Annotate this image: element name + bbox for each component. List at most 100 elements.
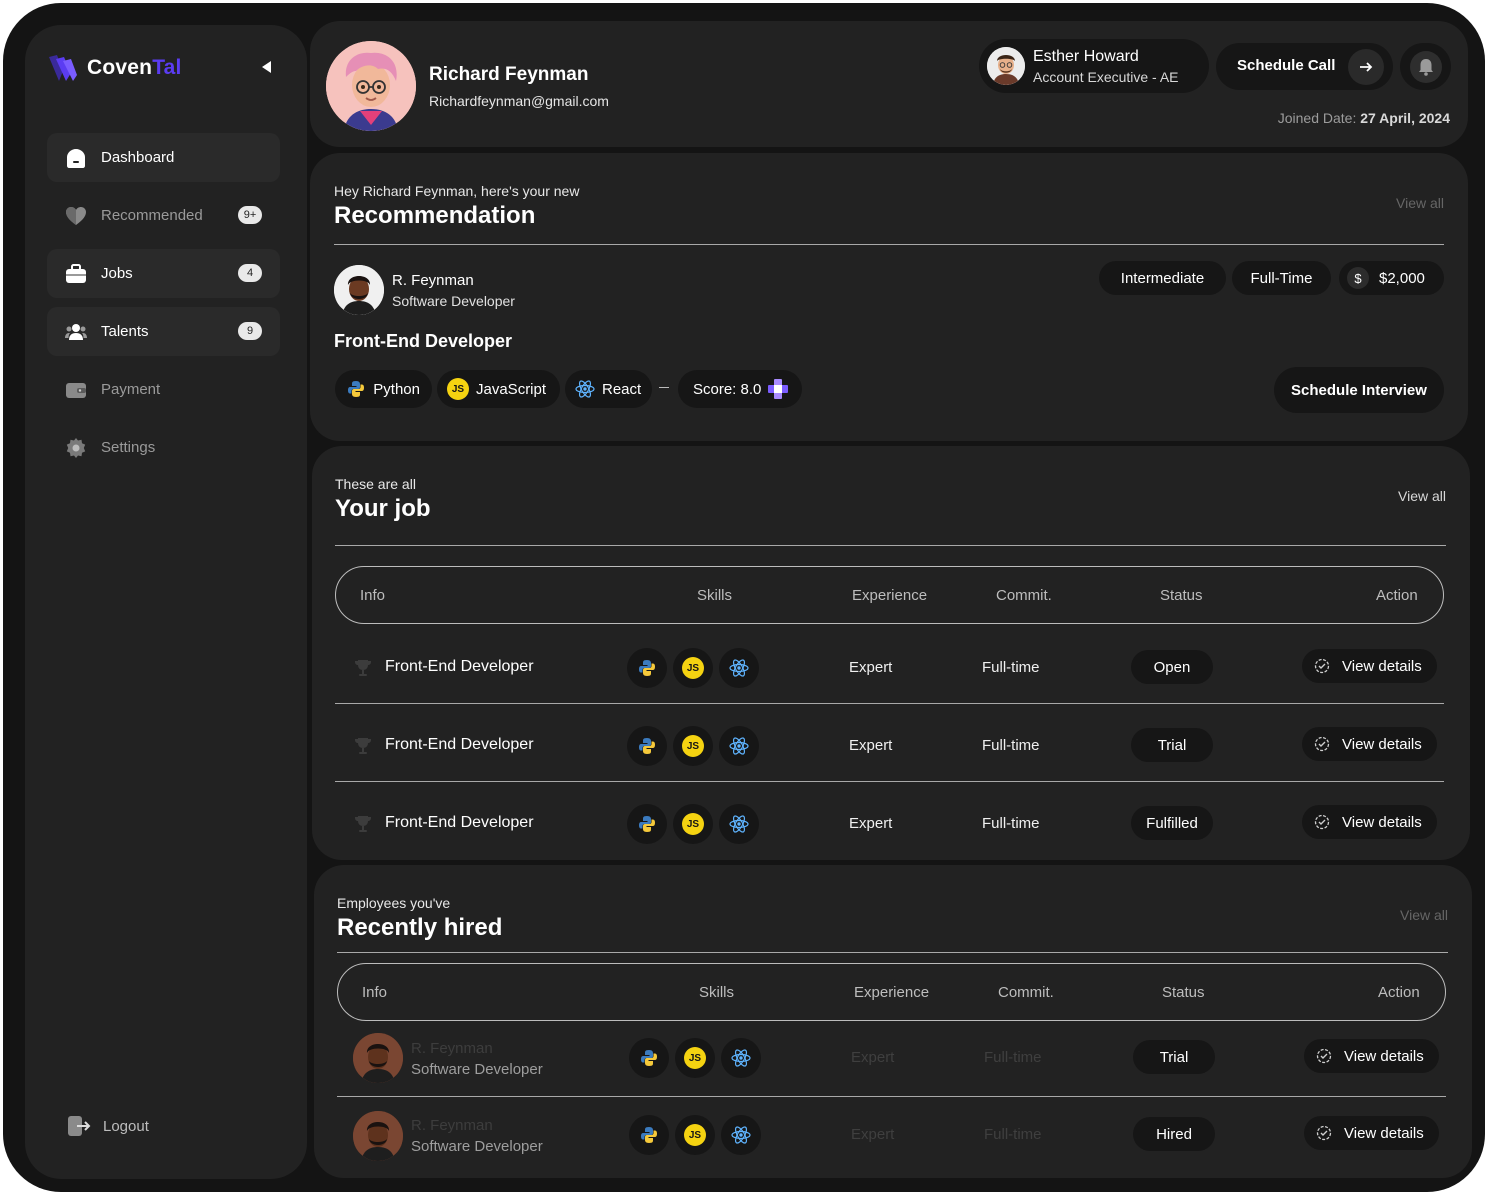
sidebar-item-settings[interactable]: Settings: [47, 423, 280, 472]
table-row: R. Feynman Software Developer JS Expert …: [337, 1097, 1446, 1175]
jobs-title: Your job: [335, 495, 431, 522]
account-executive-role: Account Executive - AE: [1033, 69, 1179, 85]
profile-header: Richard Feynman Richardfeynman@gmail.com…: [310, 21, 1468, 147]
score-badge-icon: [768, 379, 789, 399]
javascript-icon: JS: [673, 648, 713, 688]
column-action: Action: [1378, 984, 1420, 1001]
view-details-button[interactable]: View details: [1302, 727, 1437, 761]
badge-check-icon: [1316, 1125, 1332, 1141]
logo-icon: [49, 55, 77, 81]
view-details-label: View details: [1342, 657, 1422, 675]
sidebar-item-payment[interactable]: Payment: [47, 365, 280, 414]
skill-chip-python: Python: [335, 370, 432, 408]
employee-role: Software Developer: [411, 1138, 543, 1155]
status-badge: Trial: [1131, 728, 1213, 762]
level-tag: Intermediate: [1099, 261, 1226, 295]
experience-cell: Expert: [851, 1126, 895, 1143]
skill-label: React: [602, 380, 642, 398]
recently-hired-card: Employees you've Recently hired View all…: [314, 865, 1472, 1178]
notifications-button[interactable]: [1400, 43, 1451, 90]
recommendation-subtitle: Hey Richard Feynman, here's your new: [334, 183, 580, 199]
status-badge: Trial: [1133, 1040, 1215, 1074]
react-icon: [719, 726, 759, 766]
sidebar-item-label: Jobs: [101, 265, 133, 282]
jobs-count-badge: 4: [238, 264, 262, 282]
experience-cell: Expert: [849, 659, 893, 676]
job-title[interactable]: Front-End Developer: [385, 736, 534, 754]
collapse-sidebar-icon[interactable]: [259, 59, 273, 75]
trophy-icon: [355, 738, 371, 754]
sidebar-item-label: Dashboard: [101, 149, 175, 166]
status-badge: Hired: [1133, 1117, 1215, 1151]
sidebar-item-jobs[interactable]: Jobs 4: [47, 249, 280, 298]
experience-cell: Expert: [849, 737, 893, 754]
commit-cell: Full-time: [982, 737, 1040, 754]
badge-check-icon: [1314, 658, 1330, 674]
status-badge: Fulfilled: [1131, 806, 1213, 840]
schedule-interview-button[interactable]: Schedule Interview: [1274, 367, 1444, 413]
sidebar-item-label: Settings: [101, 439, 156, 456]
recommendation-view-all-link[interactable]: View all: [1396, 195, 1444, 211]
python-icon: [627, 726, 667, 766]
account-executive-card[interactable]: Esther Howard Account Executive - AE: [979, 39, 1209, 93]
column-info: Info: [360, 587, 386, 604]
dollar-icon: $: [1347, 267, 1369, 289]
logout-button[interactable]: Logout: [67, 1115, 149, 1137]
recommended-person-role: Software Developer: [392, 292, 515, 309]
skill-label: Python: [373, 380, 420, 398]
jobs-subtitle: These are all: [335, 476, 416, 492]
column-skills: Skills: [699, 984, 735, 1001]
python-icon: [629, 1115, 669, 1155]
app-frame: CovenTal Dashboard Recommended 9+ Jobs 4…: [3, 3, 1485, 1192]
python-icon: [345, 378, 366, 400]
view-details-button[interactable]: View details: [1302, 649, 1437, 683]
employee-name[interactable]: R. Feynman: [411, 1040, 493, 1057]
table-row: Front-End Developer JS Expert Full-time …: [335, 704, 1444, 782]
sidebar-item-dashboard[interactable]: Dashboard: [47, 133, 280, 182]
experience-cell: Expert: [849, 815, 893, 832]
employee-name[interactable]: R. Feynman: [411, 1117, 493, 1134]
schedule-call-button[interactable]: Schedule Call: [1216, 43, 1393, 90]
job-title[interactable]: Front-End Developer: [385, 658, 534, 676]
bell-icon: [1409, 50, 1442, 83]
job-title[interactable]: Front-End Developer: [385, 814, 534, 832]
logo[interactable]: CovenTal: [47, 53, 182, 83]
recommended-person-avatar: [334, 265, 384, 315]
salary-tag: $ $2,000: [1339, 261, 1444, 295]
salary-value: $2,000: [1379, 269, 1425, 287]
table-row: Front-End Developer JS Expert Full-time …: [335, 626, 1444, 704]
view-details-button[interactable]: View details: [1302, 805, 1437, 839]
separator-dash: [659, 387, 669, 388]
skills-group: JS: [629, 1038, 761, 1078]
view-details-button[interactable]: View details: [1304, 1039, 1439, 1073]
user-name: Richard Feynman: [429, 64, 589, 85]
sidebar-item-talents[interactable]: Talents 9: [47, 307, 280, 356]
column-commit: Commit.: [996, 587, 1052, 604]
experience-cell: Expert: [851, 1049, 895, 1066]
react-icon: [719, 648, 759, 688]
skills-group: JS: [627, 648, 759, 688]
commit-cell: Full-time: [984, 1126, 1042, 1143]
recommended-job-title: Front-End Developer: [334, 331, 513, 351]
recommended-person[interactable]: R. Feynman Software Developer: [334, 265, 515, 315]
column-status: Status: [1160, 587, 1203, 604]
account-executive-avatar: [987, 47, 1025, 85]
talents-count-badge: 9: [238, 322, 262, 340]
trophy-icon: [355, 816, 371, 832]
recommended-count-badge: 9+: [238, 206, 262, 224]
sidebar-item-recommended[interactable]: Recommended 9+: [47, 191, 280, 240]
jobs-view-all-link[interactable]: View all: [1398, 488, 1446, 504]
recommendation-title: Recommendation: [334, 202, 536, 229]
divider: [335, 545, 1446, 546]
commit-cell: Full-time: [982, 659, 1040, 676]
python-icon: [629, 1038, 669, 1078]
skills-group: JS: [627, 726, 759, 766]
schedule-call-label: Schedule Call: [1237, 57, 1336, 74]
hired-view-all-link[interactable]: View all: [1400, 907, 1448, 923]
trophy-icon: [355, 660, 371, 676]
view-details-button[interactable]: View details: [1304, 1116, 1439, 1150]
sidebar-item-label: Talents: [101, 323, 149, 340]
logout-icon: [68, 1116, 91, 1136]
briefcase-icon: [65, 263, 87, 285]
score-chip: Score: 8.0: [678, 370, 802, 408]
